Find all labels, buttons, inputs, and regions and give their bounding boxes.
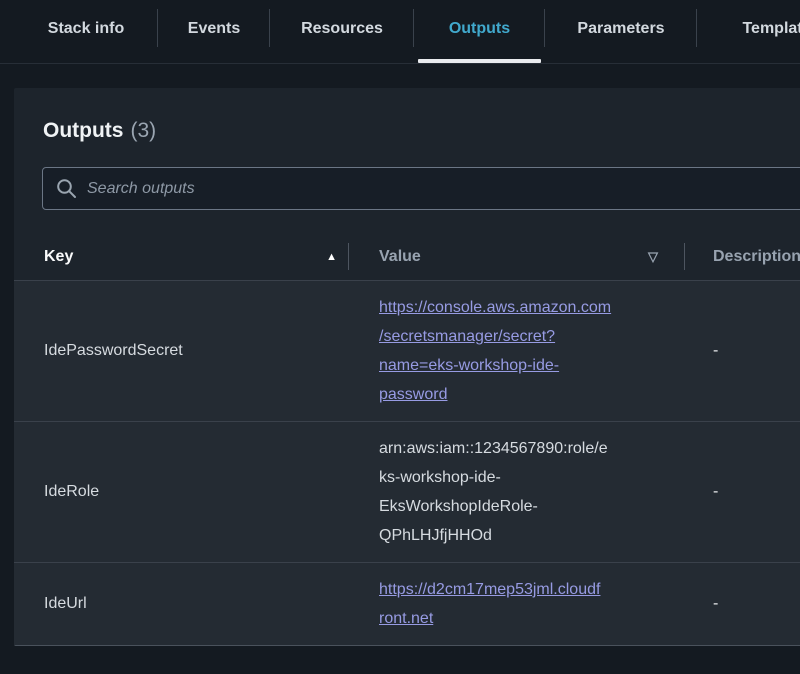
output-description: - bbox=[685, 595, 800, 613]
column-header-key-label: Key bbox=[44, 248, 73, 266]
table-row-ide-url: IdeUrl https://d2cm17mep53jml.cloudf ron… bbox=[14, 563, 800, 645]
sort-unsorted-icon: ▽ bbox=[648, 249, 658, 265]
column-header-description[interactable]: Description bbox=[685, 248, 800, 266]
tab-resources-label: Resources bbox=[301, 20, 383, 38]
tab-outputs-label: Outputs bbox=[449, 20, 510, 38]
output-value-cell: https://d2cm17mep53jml.cloudf ront.net bbox=[349, 575, 685, 633]
output-value-text: arn:aws:iam::1234567890:role/e ks-worksh… bbox=[379, 434, 608, 550]
tab-stack-info-label: Stack info bbox=[48, 20, 124, 38]
column-header-key[interactable]: Key ▲ bbox=[14, 233, 349, 280]
active-tab-underline bbox=[418, 59, 541, 63]
outputs-panel-header: Outputs (3) bbox=[14, 88, 800, 143]
tab-resources[interactable]: Resources bbox=[270, 0, 414, 63]
outputs-table-header: Key ▲ Value ▽ Description bbox=[14, 233, 800, 281]
tab-outputs[interactable]: Outputs bbox=[414, 0, 545, 63]
outputs-panel: Outputs (3) Key ▲ Value ▽ Description Ide… bbox=[14, 88, 800, 646]
output-key: IdeRole bbox=[14, 483, 349, 501]
column-header-description-label: Description bbox=[713, 248, 800, 266]
tab-template[interactable]: Template bbox=[697, 0, 800, 63]
panel-title: Outputs bbox=[43, 119, 123, 142]
output-value-link[interactable]: https://console.aws.amazon.com /secretsm… bbox=[379, 293, 611, 409]
tab-events[interactable]: Events bbox=[158, 0, 270, 63]
output-value-link[interactable]: https://d2cm17mep53jml.cloudf ront.net bbox=[379, 575, 600, 633]
search-container bbox=[42, 167, 800, 210]
tab-parameters-label: Parameters bbox=[577, 20, 664, 38]
column-header-value[interactable]: Value ▽ bbox=[349, 233, 685, 280]
output-key: IdeUrl bbox=[14, 595, 349, 613]
tab-events-label: Events bbox=[188, 20, 240, 38]
search-input[interactable] bbox=[42, 167, 800, 210]
outputs-table: Key ▲ Value ▽ Description IdePasswordSec… bbox=[14, 233, 800, 645]
tab-template-label: Template bbox=[742, 20, 800, 38]
output-value-cell: arn:aws:iam::1234567890:role/e ks-worksh… bbox=[349, 434, 685, 550]
tab-stack-info[interactable]: Stack info bbox=[14, 0, 158, 63]
output-description: - bbox=[685, 483, 800, 501]
column-header-value-label: Value bbox=[379, 248, 421, 266]
outputs-count-badge: (3) bbox=[130, 119, 156, 142]
sort-ascending-icon: ▲ bbox=[326, 251, 337, 263]
table-row-ide-role: IdeRole arn:aws:iam::1234567890:role/e k… bbox=[14, 422, 800, 563]
output-value-cell: https://console.aws.amazon.com /secretsm… bbox=[349, 293, 685, 409]
tab-parameters[interactable]: Parameters bbox=[545, 0, 697, 63]
output-key: IdePasswordSecret bbox=[14, 342, 349, 360]
table-row-ide-password-secret: IdePasswordSecret https://console.aws.am… bbox=[14, 281, 800, 422]
stack-tab-bar: Stack info Events Resources Outputs Para… bbox=[0, 0, 800, 64]
output-description: - bbox=[685, 342, 800, 360]
